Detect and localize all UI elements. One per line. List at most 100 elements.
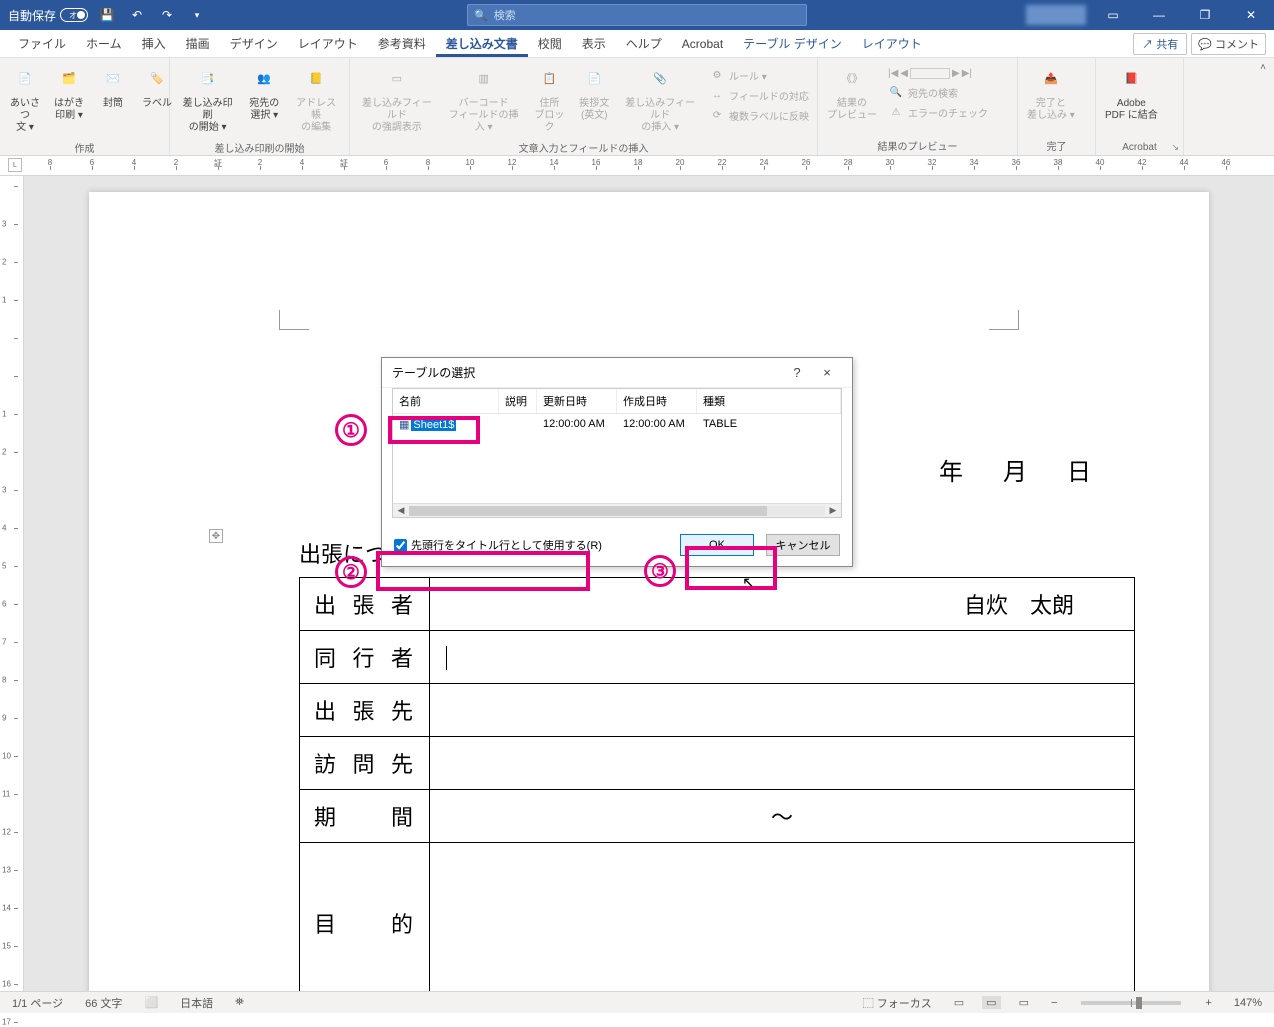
read-mode-icon[interactable]: ▭ <box>950 996 968 1009</box>
tab-file[interactable]: ファイル <box>8 31 76 56</box>
scroll-left-icon[interactable]: ◀ <box>393 505 409 516</box>
web-layout-icon[interactable]: ▭ <box>1015 996 1033 1009</box>
error-icon: ⚠ <box>888 104 904 120</box>
tab-view[interactable]: 表示 <box>572 31 616 56</box>
header-desc[interactable]: 説明 <box>499 389 537 413</box>
ribbon-display-icon[interactable]: ▭ <box>1090 0 1136 30</box>
row2-label[interactable]: 同行者 <box>300 631 430 684</box>
dialog-help-button[interactable]: ? <box>782 365 812 380</box>
tab-help[interactable]: ヘルプ <box>616 31 672 56</box>
tab-review[interactable]: 校閲 <box>528 31 572 56</box>
save-icon[interactable]: 💾 <box>96 4 118 26</box>
tab-selector[interactable]: L <box>8 158 22 172</box>
zoom-slider[interactable] <box>1081 1001 1181 1005</box>
zoom-out-button[interactable]: − <box>1047 997 1061 1009</box>
row-name: Sheet1$ <box>411 419 456 431</box>
postcard-button[interactable]: 🗂️はがき 印刷 ▾ <box>50 62 88 124</box>
autosave-toggle[interactable]: 自動保存 オフ <box>8 7 88 24</box>
tab-insert[interactable]: 挿入 <box>132 31 176 56</box>
first-row-checkbox-input[interactable] <box>394 539 407 552</box>
table-row[interactable]: ▦Sheet1$ 12:00:00 AM 12:00:00 AM TABLE <box>393 414 841 435</box>
language-indicator[interactable]: 日本語 <box>176 995 217 1011</box>
tab-design[interactable]: デザイン <box>220 31 288 56</box>
list-header: 名前 説明 更新日時 作成日時 種類 <box>393 389 841 414</box>
search-icon: 🔍 <box>474 9 488 22</box>
collapse-ribbon-icon[interactable]: ˄ <box>1260 62 1266 73</box>
horizontal-ruler[interactable]: L 8642証24証681012141618202224262830323436… <box>0 156 1274 176</box>
header-updated[interactable]: 更新日時 <box>537 389 617 413</box>
row6-label[interactable]: 目 的 <box>300 843 430 995</box>
titlebar: 自動保存 オフ 💾 ↶ ↷ ▾ 出張届.docx ▾ 🔍 検索 ▭ — ❐ ✕ <box>0 0 1274 30</box>
start-mailmerge-button[interactable]: 📑差し込み印刷 の開始 ▾ <box>176 62 239 136</box>
header-type[interactable]: 種類 <box>697 389 841 413</box>
envelope-button[interactable]: ✉️封筒 <box>94 62 132 112</box>
print-layout-icon[interactable]: ▭ <box>982 996 1000 1009</box>
edit-addressbook-button: 📒アドレス帳 の編集 <box>289 62 343 136</box>
maximize-button[interactable]: ❐ <box>1182 0 1228 30</box>
word-count[interactable]: 66 文字 <box>81 995 126 1011</box>
tab-layout[interactable]: レイアウト <box>288 31 368 56</box>
row5-value[interactable]: ～ <box>430 790 1135 843</box>
user-avatar[interactable] <box>1026 5 1086 25</box>
vertical-ruler[interactable]: 3211234567891011121314151617 <box>0 176 24 994</box>
update-icon: ⟳ <box>709 107 725 123</box>
autosave-pill[interactable]: オフ <box>60 8 88 22</box>
row1-value[interactable]: 自炊 太朗 <box>430 578 1135 631</box>
row1-label[interactable]: 出張者 <box>300 578 430 631</box>
row5-label[interactable]: 期 間 <box>300 790 430 843</box>
redo-icon[interactable]: ↷ <box>156 4 178 26</box>
group-acrobat-label: Acrobat↘ <box>1096 142 1183 155</box>
row3-value[interactable] <box>430 684 1135 737</box>
qat-dropdown-icon[interactable]: ▾ <box>186 4 208 26</box>
dialog-close-button[interactable]: × <box>812 365 842 380</box>
tab-mailings[interactable]: 差し込み文書 <box>436 31 528 57</box>
undo-icon[interactable]: ↶ <box>126 4 148 26</box>
ribbon-tabs: ファイル ホーム 挿入 描画 デザイン レイアウト 参考資料 差し込み文書 校閲… <box>0 30 1274 58</box>
tab-references[interactable]: 参考資料 <box>368 31 436 56</box>
share-button[interactable]: ↗ 共有 <box>1133 33 1187 55</box>
page[interactable]: 年 月 日 出張について、下 ✥ 出張者自炊 太朗 同行者 出張先 訪問先 期 … <box>89 192 1209 994</box>
tab-home[interactable]: ホーム <box>76 31 132 56</box>
list-hscrollbar[interactable]: ◀ ▶ <box>393 503 841 517</box>
barcode-button: ▥バーコード フィールドの挿入 ▾ <box>444 62 524 136</box>
search-box[interactable]: 🔍 検索 <box>467 4 807 26</box>
table-list[interactable]: 名前 説明 更新日時 作成日時 種類 ▦Sheet1$ 12:00:00 AM … <box>392 388 842 518</box>
table-anchor-icon[interactable]: ✥ <box>209 529 223 543</box>
row-desc <box>499 414 537 435</box>
header-name[interactable]: 名前 <box>393 389 499 413</box>
tab-table-design[interactable]: テーブル デザイン <box>733 31 852 56</box>
tab-draw[interactable]: 描画 <box>176 31 220 56</box>
row2-value[interactable] <box>430 631 1135 684</box>
page-indicator[interactable]: 1/1 ページ <box>8 995 67 1011</box>
greeting-text-button[interactable]: 📄あいさつ 文 ▾ <box>6 62 44 136</box>
zoom-level[interactable]: 147% <box>1230 997 1266 1009</box>
scroll-thumb[interactable] <box>409 506 767 516</box>
header-created[interactable]: 作成日時 <box>617 389 697 413</box>
select-recipients-button[interactable]: 👥宛先の 選択 ▾ <box>245 62 283 124</box>
envelope-icon: ✉️ <box>97 64 129 96</box>
close-button[interactable]: ✕ <box>1228 0 1274 30</box>
ok-button[interactable]: OK <box>680 534 754 556</box>
cancel-button[interactable]: キャンセル <box>766 534 840 556</box>
zoom-thumb[interactable] <box>1136 997 1142 1009</box>
dialog-launcher-icon[interactable]: ↘ <box>1171 142 1179 153</box>
accessibility-icon[interactable]: ⛯ <box>231 996 248 1009</box>
spellcheck-icon[interactable]: ⬜ <box>140 996 162 1009</box>
row3-label[interactable]: 出張先 <box>300 684 430 737</box>
adobe-pdf-button[interactable]: 📕Adobe PDF に結合 <box>1102 62 1161 124</box>
row4-value[interactable] <box>430 737 1135 790</box>
row6-value[interactable] <box>430 843 1135 995</box>
first-row-checkbox[interactable]: 先頭行をタイトル行として使用する(R) <box>394 537 602 553</box>
document-table[interactable]: 出張者自炊 太朗 同行者 出張先 訪問先 期 間～ 目 的 <box>299 577 1135 994</box>
zoom-in-button[interactable]: + <box>1201 997 1215 1009</box>
comments-button[interactable]: 💬 コメント <box>1191 33 1266 55</box>
group-create-label: 作成 <box>0 140 169 157</box>
row-type: TABLE <box>697 414 841 435</box>
tab-acrobat[interactable]: Acrobat <box>672 33 733 55</box>
focus-mode-button[interactable]: ⬚ フォーカス <box>859 995 936 1011</box>
row4-label[interactable]: 訪問先 <box>300 737 430 790</box>
scroll-right-icon[interactable]: ▶ <box>825 505 841 516</box>
find-icon: 🔍 <box>888 84 904 100</box>
minimize-button[interactable]: — <box>1136 0 1182 30</box>
tab-table-layout[interactable]: レイアウト <box>852 31 932 56</box>
